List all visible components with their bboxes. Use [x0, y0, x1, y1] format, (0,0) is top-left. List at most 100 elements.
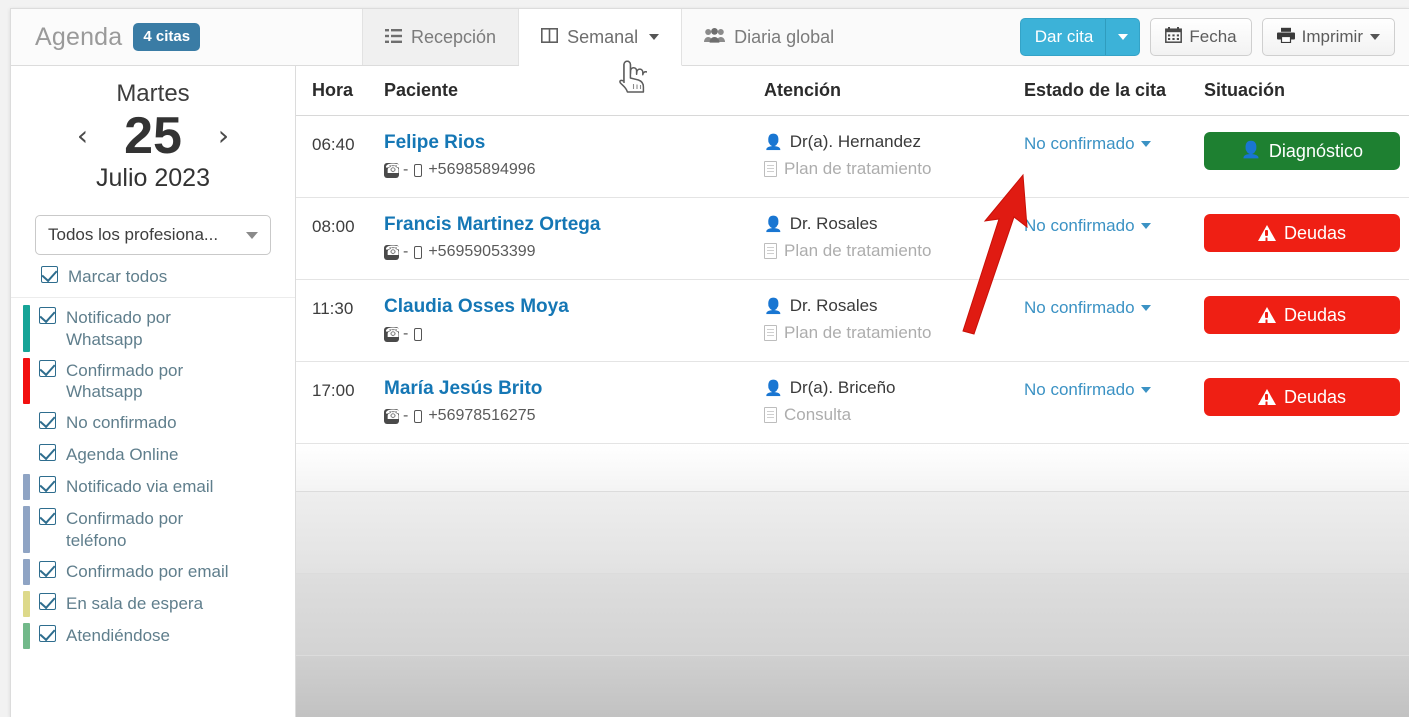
status-badge-label: Deudas	[1283, 304, 1347, 325]
legend-item-confirmado-whatsapp[interactable]: Confirmado por Whatsapp	[11, 355, 295, 408]
chevron-down-icon	[1140, 141, 1151, 147]
tab-recepcion[interactable]: Recepción	[363, 9, 520, 65]
table-row[interactable]: 08:00 Francis Martinez Ortega - +5695905…	[296, 198, 1409, 280]
legend-label: Notificado por Whatsapp	[66, 308, 171, 349]
appointment-status-label: No confirmado	[1024, 216, 1135, 235]
legend-color-bar	[23, 558, 30, 585]
legend-check-all[interactable]: Marcar todos	[11, 261, 295, 299]
legend-color-bar	[23, 474, 30, 501]
row-situation-cell: Deudas	[1204, 296, 1409, 334]
patient-name-link[interactable]: Francis Martinez Ortega	[384, 214, 764, 236]
row-time: 11:30	[312, 299, 354, 318]
table-row[interactable]: 06:40 Felipe Rios - +56985894996 👤 Dr(a)…	[296, 116, 1409, 198]
row-attention-type: Consulta	[764, 405, 1024, 425]
appointment-status-label: No confirmado	[1024, 380, 1135, 399]
patient-name-link[interactable]: María Jesús Brito	[384, 378, 764, 400]
chevron-down-icon	[1140, 387, 1151, 393]
legend-item-no-confirmado[interactable]: No confirmado	[11, 407, 295, 439]
chevron-down-icon	[649, 34, 660, 40]
checkbox-icon[interactable]	[41, 266, 58, 286]
table-row[interactable]: 11:30 Claudia Osses Moya - 👤 Dr. Rosales	[296, 280, 1409, 362]
legend-item-atendiendose[interactable]: Atendiéndose	[11, 620, 295, 652]
status-badge[interactable]: 👤 Diagnóstico	[1204, 132, 1400, 170]
professional-name: Dr(a). Briceño	[789, 378, 896, 397]
legend-label: No confirmado	[66, 413, 177, 433]
empty-slot-row[interactable]	[296, 444, 1409, 492]
checkbox-icon[interactable]	[39, 412, 56, 432]
tab-diaria-global[interactable]: Diaria global	[682, 9, 857, 65]
legend-item-confirmado-email[interactable]: Confirmado por email	[11, 556, 295, 588]
row-professional: 👤 Dr. Rosales	[764, 214, 1024, 234]
doctor-icon: 👤	[764, 379, 783, 397]
checkbox-icon[interactable]	[39, 592, 56, 613]
status-badge-label: Diagnóstico	[1268, 140, 1363, 161]
row-professional: 👤 Dr(a). Briceño	[764, 378, 1024, 398]
tab-semanal[interactable]: Semanal	[519, 9, 683, 66]
legend-item-confirmado-telefono[interactable]: Confirmado por teléfono	[11, 503, 295, 556]
columns-icon	[541, 27, 559, 48]
imprimir-button[interactable]: Imprimir	[1261, 18, 1395, 56]
status-badge[interactable]: Deudas	[1204, 378, 1400, 416]
patient-name-link[interactable]: Felipe Rios	[384, 132, 764, 154]
mobile-icon	[414, 327, 423, 341]
patient-name-link[interactable]: Claudia Osses Moya	[384, 296, 764, 318]
list-icon	[385, 27, 402, 48]
status-badge-label: Deudas	[1283, 386, 1347, 407]
appointment-status-dropdown[interactable]: No confirmado	[1024, 378, 1151, 400]
mobile-icon	[414, 163, 423, 177]
phone-icon	[384, 406, 401, 424]
tab-recepcion-label: Recepción	[411, 26, 497, 47]
row-attention-cell: 👤 Dr(a). Briceño Consulta	[764, 378, 1024, 425]
next-day-button[interactable]: ›	[212, 118, 235, 154]
appointment-status-dropdown[interactable]: No confirmado	[1024, 296, 1151, 318]
checkbox-icon[interactable]	[39, 359, 56, 380]
dar-cita-dropdown-toggle[interactable]	[1106, 18, 1141, 56]
appointment-status-dropdown[interactable]: No confirmado	[1024, 132, 1151, 154]
status-badge[interactable]: Deudas	[1204, 214, 1400, 252]
checkbox-icon[interactable]	[39, 560, 56, 581]
legend-item-agenda-online[interactable]: Agenda Online	[11, 439, 295, 471]
legend-item-sala-espera[interactable]: En sala de espera	[11, 588, 295, 620]
row-status-cell: No confirmado	[1024, 296, 1204, 318]
legend-color-bar	[23, 357, 30, 405]
patient-phone: - +56985894996	[384, 160, 764, 179]
appointment-status-label: No confirmado	[1024, 134, 1135, 153]
legend-label: Atendiéndose	[66, 625, 170, 645]
app-header: Agenda 4 citas Recepción Semanal Diaria …	[11, 9, 1409, 66]
empty-slot-row[interactable]	[296, 574, 1409, 656]
legend-item-notificado-email[interactable]: Notificado via email	[11, 471, 295, 503]
row-status-cell: No confirmado	[1024, 378, 1204, 400]
checkbox-icon[interactable]	[39, 508, 56, 528]
appointment-status-label: No confirmado	[1024, 298, 1135, 317]
legend-label: En sala de espera	[66, 593, 204, 613]
tab-semanal-label: Semanal	[567, 26, 639, 47]
checkbox-icon[interactable]	[39, 476, 56, 496]
attention-type-label: Consulta	[784, 405, 852, 424]
tab-diaria-global-label: Diaria global	[734, 26, 835, 47]
status-badge[interactable]: Deudas	[1204, 296, 1400, 334]
header-spacer	[856, 9, 1020, 65]
empty-slot-row[interactable]	[296, 492, 1409, 574]
document-icon	[764, 161, 777, 177]
row-attention-cell: 👤 Dr. Rosales Plan de tratamiento	[764, 296, 1024, 343]
empty-slots-area	[296, 444, 1409, 717]
empty-slot-row[interactable]	[296, 656, 1409, 717]
calendar-month-year: Julio 2023	[96, 164, 210, 192]
view-tabs: Recepción Semanal Diaria global	[363, 9, 857, 66]
status-badge-label: Deudas	[1283, 222, 1347, 243]
row-professional: 👤 Dr. Rosales	[764, 296, 1024, 316]
dar-cita-button[interactable]: Dar cita	[1019, 18, 1107, 56]
column-header-estado: Estado de la cita	[1024, 80, 1167, 100]
prev-day-button[interactable]: ‹	[71, 118, 94, 154]
appointment-status-dropdown[interactable]: No confirmado	[1024, 214, 1151, 236]
checkbox-icon[interactable]	[39, 307, 56, 327]
professional-name: Dr. Rosales	[789, 214, 878, 233]
table-row[interactable]: 17:00 María Jesús Brito - +56978516275 👤…	[296, 362, 1409, 444]
document-icon	[764, 243, 777, 259]
warning-icon	[1257, 225, 1276, 241]
legend-item-notificado-whatsapp[interactable]: Notificado por Whatsapp	[11, 302, 295, 355]
professional-select[interactable]: Todos los profesiona...	[35, 215, 271, 255]
checkbox-icon[interactable]	[39, 444, 56, 464]
fecha-button[interactable]: Fecha	[1150, 18, 1252, 56]
checkbox-icon[interactable]	[39, 624, 56, 645]
